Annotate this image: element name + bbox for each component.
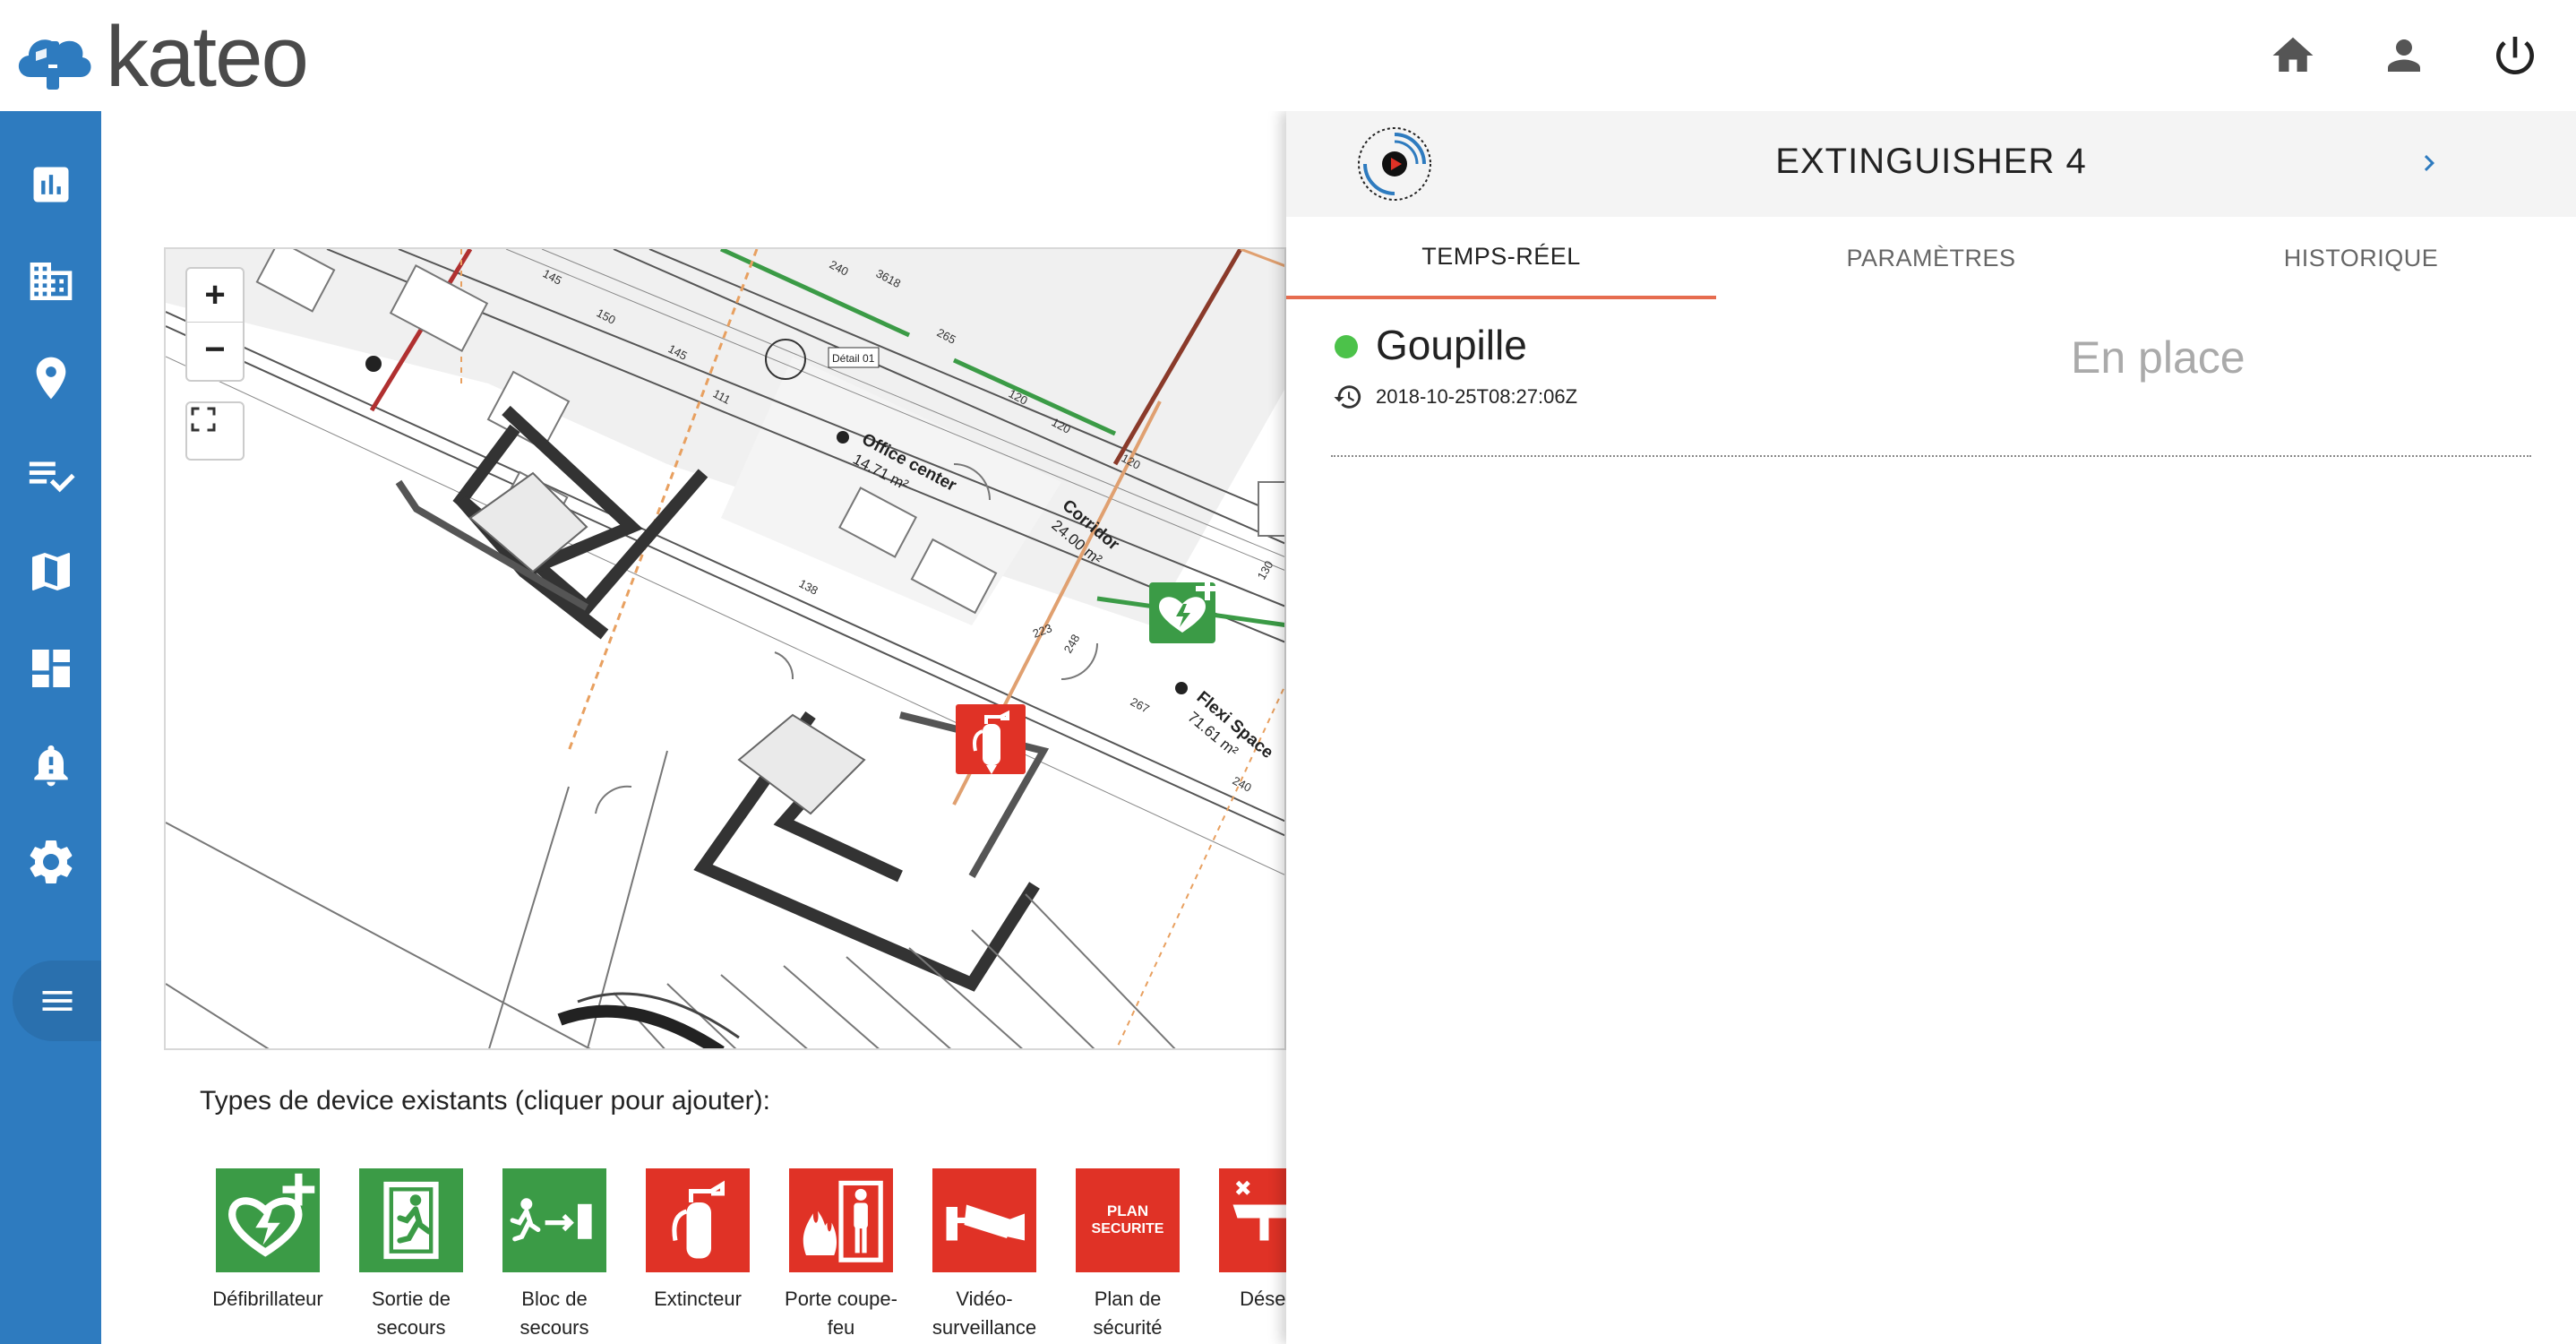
building-icon	[30, 263, 72, 300]
zoom-in-button[interactable]: +	[187, 269, 243, 323]
top-header: kateo	[0, 0, 2576, 111]
floor-plan-drawing: 145 150 145 111 240 3618 265 120 120 120…	[166, 249, 1284, 1048]
dashboard-chart-icon	[33, 167, 68, 202]
settings-gear-icon	[30, 840, 72, 883]
defibrillator-icon	[228, 1173, 315, 1257]
detail-label: Détail 01	[832, 352, 875, 365]
floor-plan-map[interactable]: 145 150 145 111 240 3618 265 120 120 120…	[164, 247, 1286, 1050]
sidebar	[0, 111, 101, 1344]
fullscreen-button[interactable]	[187, 403, 243, 457]
status-timestamp: 2018-10-25T08:27:06Z	[1376, 385, 1578, 408]
extinguisher-icon	[672, 1180, 725, 1259]
zoom-controls: + −	[185, 267, 245, 382]
device-type-camera[interactable]: Vidéo-surveillance	[913, 1168, 1056, 1342]
fire-door-tile	[789, 1168, 893, 1272]
zoom-out-button[interactable]: −	[187, 323, 243, 376]
main-content: 145 150 145 111 240 3618 265 120 120 120…	[101, 111, 1286, 1344]
smoke-vent-tile	[1219, 1168, 1286, 1272]
power-icon	[2496, 37, 2534, 74]
device-type-label: Sortie de secours	[371, 1288, 451, 1339]
tab-realtime[interactable]: TEMPS-RÉEL	[1286, 217, 1716, 299]
device-types-list: Défibrillateur Sortie de secours Bloc de…	[196, 1168, 1286, 1344]
device-type-safety-plan[interactable]: PLAN SECURITE Plan de sécurité	[1056, 1168, 1199, 1342]
map-device-extinguisher[interactable]	[956, 704, 1027, 776]
device-type-label: Porte coupe-feu	[785, 1288, 897, 1339]
fire-door-icon	[803, 1180, 883, 1262]
tab-parameters[interactable]: PARAMÈTRES	[1716, 217, 2146, 299]
panel-header: EXTINGUISHER 4	[1286, 111, 2576, 217]
device-type-label: Vidéo-surveillance	[932, 1288, 1037, 1339]
sidebar-item-locations[interactable]	[0, 335, 101, 421]
safety-plan-icon: PLAN	[1106, 1202, 1149, 1219]
emergency-exit-tile	[359, 1168, 463, 1272]
exit-block-icon	[510, 1198, 592, 1242]
tab-history[interactable]: HISTORIQUE	[2146, 217, 2576, 299]
cloud-logo-icon	[18, 39, 91, 90]
panel-tabs: TEMPS-RÉEL PARAMÈTRES HISTORIQUE	[1286, 217, 2576, 299]
safety-plan-tile: PLAN SECURITE	[1076, 1168, 1180, 1272]
device-type-label: Extincteur	[654, 1288, 742, 1310]
sidebar-item-tasks[interactable]	[0, 432, 101, 518]
sensor-name: Goupille	[1376, 322, 1527, 368]
sidebar-item-maps[interactable]	[0, 529, 101, 615]
map-device-defibrillator[interactable]	[1149, 577, 1221, 645]
sidebar-item-alerts[interactable]	[0, 722, 101, 808]
sidebar-item-dashboard[interactable]	[0, 142, 101, 228]
sidebar-item-buildings[interactable]	[0, 238, 101, 324]
sidebar-item-layout[interactable]	[0, 625, 101, 711]
camera-tile	[932, 1168, 1036, 1272]
panel-title: EXTINGUISHER 4	[1775, 142, 2087, 181]
status-indicator-dot	[1335, 335, 1358, 358]
device-type-smoke-vent[interactable]: Désenf	[1199, 1168, 1286, 1314]
device-type-label: Défibrillateur	[212, 1288, 323, 1310]
device-type-label: Plan de sécurité	[1093, 1288, 1163, 1339]
sidebar-item-settings[interactable]	[0, 819, 101, 905]
device-detail-panel: EXTINGUISHER 4 TEMPS-RÉEL PARAMÈTRES HIS…	[1286, 111, 2576, 1344]
user-icon	[2388, 39, 2420, 72]
status-divider	[1331, 455, 2531, 457]
defibrillator-tile	[216, 1168, 320, 1272]
home-icon	[2272, 37, 2314, 72]
logo-text: kateo	[106, 9, 309, 105]
smoke-vent-icon	[1232, 1180, 1286, 1241]
user-button[interactable]	[2375, 27, 2433, 84]
home-button[interactable]	[2264, 27, 2322, 84]
fullscreen-icon	[191, 407, 216, 432]
hamburger-menu-icon	[42, 991, 72, 1011]
emergency-exit-icon	[383, 1181, 439, 1260]
grid-layout-icon	[31, 650, 70, 687]
history-clock-icon	[1334, 385, 1361, 409]
device-type-label: Bloc de secours	[519, 1288, 589, 1339]
chevron-right-icon	[2424, 155, 2434, 171]
camera-icon	[946, 1204, 1025, 1241]
logout-button[interactable]	[2486, 27, 2544, 84]
device-type-fire-door[interactable]: Porte coupe-feu	[769, 1168, 913, 1342]
location-pin-icon	[36, 357, 65, 400]
exit-block-tile	[502, 1168, 606, 1272]
map-icon	[31, 553, 70, 590]
device-type-exit-block[interactable]: Bloc de secours	[483, 1168, 626, 1342]
kateo-logo[interactable]: kateo	[11, 9, 309, 105]
safety-plan-badge-text: SECURITE	[1091, 1221, 1164, 1236]
device-type-extinguisher[interactable]: Extincteur	[626, 1168, 769, 1314]
extinguisher-tile	[646, 1168, 750, 1272]
fullscreen-control	[185, 401, 245, 461]
menu-toggle-button[interactable]	[13, 961, 101, 1041]
alarm-bell-icon	[33, 745, 68, 787]
next-device-button[interactable]	[2404, 138, 2454, 188]
device-type-label: Désenf	[1240, 1288, 1286, 1310]
status-value: En place	[2071, 332, 2245, 383]
checklist-icon	[29, 461, 75, 493]
device-type-defibrillator[interactable]: Défibrillateur	[196, 1168, 339, 1314]
device-types-title: Types de device existants (cliquer pour …	[200, 1086, 770, 1116]
device-type-emergency-exit[interactable]: Sortie de secours	[339, 1168, 483, 1342]
